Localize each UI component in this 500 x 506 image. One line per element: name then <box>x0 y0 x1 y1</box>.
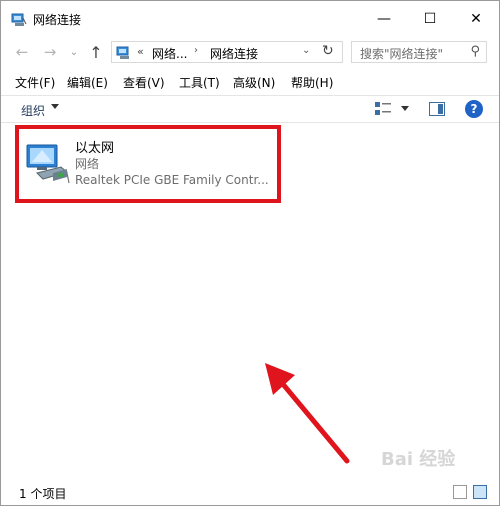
network-folder-icon <box>11 13 27 26</box>
breadcrumb-separator-icon[interactable]: › <box>194 45 198 56</box>
item-count: 1 个项目 <box>19 487 67 501</box>
menu-tools[interactable]: 工具(T) <box>179 74 220 91</box>
refresh-icon[interactable]: ↻ <box>322 43 334 59</box>
close-button[interactable]: ✕ <box>453 5 499 33</box>
search-icon[interactable]: ⚲ <box>470 44 480 59</box>
item-name: 以太网 <box>75 141 115 156</box>
minimize-button[interactable]: — <box>361 5 407 33</box>
menu-view[interactable]: 查看(V) <box>123 74 165 91</box>
watermark-logo: Bai 经验 <box>381 449 456 470</box>
address-bar[interactable]: « 网络... › 网络连接 ⌄ ↻ <box>111 41 343 63</box>
item-device: Realtek PCIe GBE Family Contr... <box>75 173 269 187</box>
menu-advanced[interactable]: 高级(N) <box>233 74 275 91</box>
title-bar: 网络连接 — ☐ ✕ <box>1 1 499 37</box>
details-view-icon[interactable] <box>453 485 467 499</box>
view-options-dropdown-icon[interactable] <box>401 106 409 111</box>
search-placeholder: 搜索"网络连接" <box>360 47 444 61</box>
organize-button[interactable]: 组织 <box>21 102 45 119</box>
chevron-left-icon[interactable]: « <box>137 45 144 58</box>
organize-dropdown-icon[interactable] <box>51 104 59 109</box>
menu-file[interactable]: 文件(F) <box>15 74 55 91</box>
explorer-window: 网络连接 — ☐ ✕ ← → ⌄ ↑ « 网络... › 网络连接 ⌄ ↻ 搜索… <box>0 0 500 506</box>
navigation-row: ← → ⌄ ↑ « 网络... › 网络连接 ⌄ ↻ 搜索"网络连接" ⚲ <box>1 37 499 67</box>
ethernet-adapter-icon <box>26 144 70 184</box>
maximize-button[interactable]: ☐ <box>407 5 453 33</box>
chevron-down-icon[interactable]: ⌄ <box>302 45 310 56</box>
window-title: 网络连接 <box>33 13 82 27</box>
network-folder-icon <box>116 46 129 59</box>
search-input[interactable]: 搜索"网络连接" ⚲ <box>351 41 487 63</box>
list-item-ethernet[interactable]: 以太网 网络 Realtek PCIe GBE Family Contr... <box>15 125 281 203</box>
item-type: 网络 <box>75 157 100 171</box>
forward-arrow-icon[interactable]: → <box>41 43 59 61</box>
file-list: 以太网 网络 Realtek PCIe GBE Family Contr... <box>1 123 499 477</box>
breadcrumb-network-connections[interactable]: 网络连接 <box>210 45 258 62</box>
red-arrow-annotation <box>265 363 350 464</box>
recent-locations-icon[interactable]: ⌄ <box>65 43 83 61</box>
menu-edit[interactable]: 编辑(E) <box>67 74 108 91</box>
menu-help[interactable]: 帮助(H) <box>291 74 333 91</box>
up-arrow-icon[interactable]: ↑ <box>87 43 105 62</box>
menu-bar: 文件(F) 编辑(E) 查看(V) 工具(T) 高级(N) 帮助(H) <box>1 71 499 93</box>
preview-pane-icon[interactable] <box>429 102 445 116</box>
breadcrumb-network[interactable]: 网络... <box>152 45 187 62</box>
help-icon[interactable]: ? <box>465 100 483 118</box>
back-arrow-icon[interactable]: ← <box>13 43 31 61</box>
command-bar: 组织 ? <box>1 95 499 123</box>
large-icons-view-icon[interactable] <box>473 485 487 499</box>
change-view-icon[interactable] <box>375 102 391 116</box>
status-bar: 1 个项目 <box>1 479 499 505</box>
